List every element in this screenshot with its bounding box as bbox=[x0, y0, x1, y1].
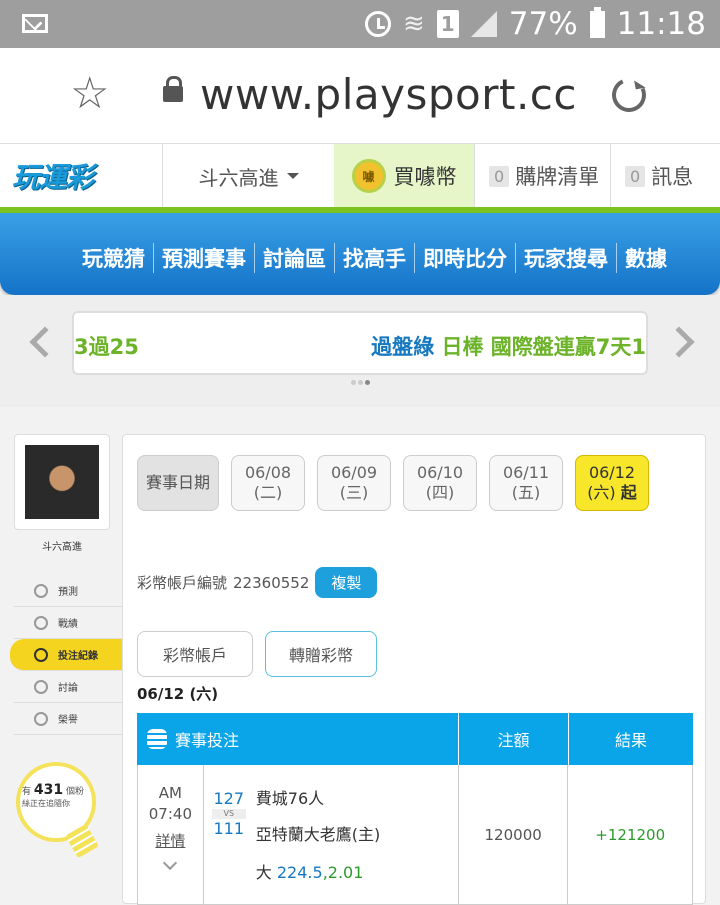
messages-button[interactable]: 0 訊息 bbox=[610, 144, 720, 208]
nav-item-player-search[interactable]: 玩家搜尋 bbox=[515, 243, 616, 273]
news-ticker[interactable]: 3過25 過盤綠 日棒 國際盤連贏7天1 bbox=[72, 311, 648, 375]
caret-down-icon bbox=[286, 173, 299, 179]
reload-icon[interactable] bbox=[607, 73, 651, 117]
date-button[interactable]: 06/10 (四) bbox=[403, 455, 477, 511]
bulb-base-icon bbox=[65, 823, 99, 859]
site-logo[interactable]: 玩運彩 bbox=[12, 156, 94, 196]
game-ampm: AM bbox=[158, 784, 182, 802]
chevron-left-icon[interactable] bbox=[29, 326, 61, 358]
user-dropdown-label: 斗六高進 bbox=[198, 165, 279, 190]
fans-line2: 絲正在追隨你 bbox=[22, 799, 70, 808]
sidebar-item-record[interactable]: 戰績 bbox=[14, 607, 124, 639]
bet-result: +121200 bbox=[595, 825, 666, 844]
date-button[interactable]: 06/11 (五) bbox=[489, 455, 563, 511]
sidebar-username: 斗六高進 bbox=[42, 542, 82, 553]
medal-icon bbox=[34, 711, 48, 726]
date-button[interactable]: 06/08 (二) bbox=[231, 455, 305, 511]
spiral-icon bbox=[34, 615, 48, 630]
cart-count-badge: 0 bbox=[489, 165, 510, 187]
main-nav: 玩競猜 預測賽事 討論區 找高手 即時比分 玩家搜尋 數據 bbox=[0, 213, 720, 295]
team-home: 亞特蘭大老鷹(主) bbox=[255, 825, 381, 844]
database-icon bbox=[147, 729, 167, 749]
fans-bulb[interactable]: 有 431 個粉 絲正在追隨你 bbox=[16, 762, 99, 859]
lock-icon bbox=[163, 76, 183, 102]
chevron-right-icon[interactable] bbox=[663, 326, 695, 358]
detail-link[interactable]: 詳情 bbox=[155, 831, 185, 852]
site-header: 玩運彩 斗六高進 噱 買噱幣 0 購牌清單 0 訊息 bbox=[0, 144, 720, 208]
circle-icon bbox=[34, 647, 48, 662]
day-header: 06/12 (六) bbox=[137, 685, 219, 703]
table-row: AM 07:40 詳情 127 VS 111 費城76人 亞特蘭大老鷹(主) 大… bbox=[137, 765, 693, 905]
game-time: 07:40 bbox=[148, 805, 192, 823]
browser-url-bar: ☆ www.playsport.cc bbox=[0, 48, 720, 144]
alarm-icon bbox=[364, 11, 391, 37]
clock: 11:18 bbox=[616, 6, 706, 42]
account-number: 22360552 bbox=[233, 573, 310, 592]
sidebar-item-honor[interactable]: 榮譽 bbox=[14, 703, 124, 735]
messages-label: 訊息 bbox=[651, 165, 694, 189]
status-bar: ≋ 1 77% 11:18 bbox=[0, 0, 720, 48]
carousel-dots bbox=[351, 380, 370, 385]
team-away: 費城76人 bbox=[255, 789, 325, 808]
nav-item-experts[interactable]: 找高手 bbox=[334, 243, 414, 273]
signal-icon bbox=[470, 11, 497, 37]
bookmark-star-icon[interactable]: ☆ bbox=[70, 72, 109, 116]
battery-icon bbox=[589, 6, 605, 38]
ticker-left-text: 3過25 bbox=[74, 335, 139, 359]
wifi-icon: ≋ bbox=[402, 9, 425, 39]
mail-icon bbox=[22, 14, 48, 33]
account-label: 彩幣帳戶編號 bbox=[137, 574, 228, 592]
score-box: 127 VS 111 bbox=[211, 789, 246, 839]
table-header: 賽事投注 注額 結果 bbox=[137, 713, 693, 765]
user-dropdown[interactable]: 斗六高進 bbox=[162, 144, 334, 208]
date-selector: 賽事日期 06/08 (二) 06/09 (三) 06/10 (四) 06/11 (五)… bbox=[137, 455, 649, 511]
bet-amount: 120000 bbox=[459, 765, 569, 904]
nav-item-play-guess[interactable]: 玩競猜 bbox=[74, 243, 153, 273]
ticker-area: 3過25 過盤綠 日棒 國際盤連贏7天1 bbox=[0, 295, 720, 407]
vs-label: VS bbox=[211, 809, 246, 819]
bet-table: 賽事投注 注額 結果 AM 07:40 詳情 127 VS 111 費城76人 … bbox=[137, 713, 693, 905]
copy-button[interactable]: 複製 bbox=[315, 567, 378, 598]
date-button[interactable]: 06/09 (三) bbox=[317, 455, 391, 511]
cart-button[interactable]: 0 購牌清單 bbox=[474, 144, 610, 208]
coin-icon: 噱 bbox=[351, 159, 386, 193]
tab-wallet[interactable]: 彩幣帳戶 bbox=[137, 631, 253, 677]
chevron-down-icon[interactable] bbox=[163, 855, 178, 871]
avatar-frame bbox=[14, 434, 110, 530]
cart-label: 購牌清單 bbox=[515, 165, 600, 189]
date-label: 賽事日期 bbox=[137, 455, 219, 511]
sidebar-item-discuss[interactable]: 討論 bbox=[14, 671, 124, 703]
nav-item-data[interactable]: 數據 bbox=[616, 243, 675, 273]
buy-coin-label: 買噱幣 bbox=[393, 165, 457, 189]
sim-icon: 1 bbox=[436, 10, 459, 38]
sidebar-item-predict[interactable]: 預測 bbox=[14, 575, 124, 607]
tab-transfer[interactable]: 轉贈彩幣 bbox=[265, 631, 377, 677]
date-button-selected[interactable]: 06/12 (六) 起 bbox=[575, 455, 649, 511]
messages-count-badge: 0 bbox=[625, 165, 646, 187]
bet-pick: 大 224.5,2.01 bbox=[255, 863, 364, 882]
fans-count-text: 有 431 個粉 bbox=[22, 782, 85, 798]
url-field[interactable]: www.playsport.cc bbox=[200, 70, 577, 119]
account-row: 彩幣帳戶編號 22360552 複製 bbox=[137, 567, 378, 598]
nav-item-live-score[interactable]: 即時比分 bbox=[414, 243, 515, 273]
score-home: 111 bbox=[213, 819, 245, 838]
header-game: 賽事投注 bbox=[175, 731, 240, 750]
nav-item-forum[interactable]: 討論區 bbox=[254, 243, 334, 273]
sidebar-item-bet-history[interactable]: 投注紀錄 bbox=[10, 639, 124, 671]
score-away: 127 bbox=[213, 789, 245, 808]
header-result: 結果 bbox=[614, 731, 647, 750]
avatar[interactable] bbox=[25, 445, 99, 519]
target-icon bbox=[34, 583, 48, 598]
ticker-right-text: 過盤綠 日棒 國際盤連贏7天1 bbox=[371, 335, 646, 359]
chat-icon bbox=[34, 679, 48, 694]
battery-percent: 77% bbox=[508, 6, 578, 42]
header-amount: 注額 bbox=[459, 713, 569, 765]
nav-item-predict[interactable]: 預測賽事 bbox=[153, 243, 254, 273]
buy-coin-button[interactable]: 噱 買噱幣 bbox=[334, 144, 474, 208]
main-panel: 賽事日期 06/08 (二) 06/09 (三) 06/10 (四) 06/11 (五)… bbox=[122, 434, 706, 905]
sidebar: 斗六高進 預測 戰績 投注紀錄 討論 榮譽 有 431 個粉 絲正在追隨你 bbox=[10, 434, 124, 859]
